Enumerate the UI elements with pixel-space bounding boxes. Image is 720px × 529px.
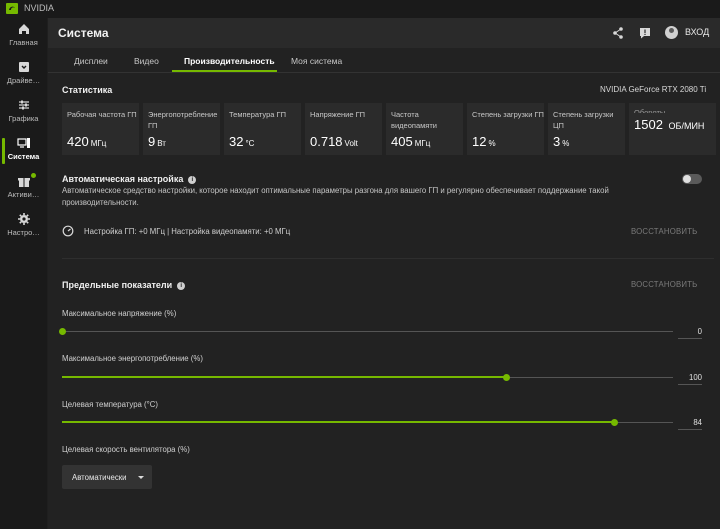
stat-value: 12% <box>472 134 496 149</box>
sidebar-item-system[interactable]: Система <box>0 132 47 170</box>
page-header: Система ВХОД <box>48 18 720 48</box>
sidebar-item-label: Система <box>7 152 40 161</box>
stat-value: 32 °C <box>229 134 255 149</box>
home-icon <box>19 24 29 34</box>
sidebar-item-activity[interactable]: Активи… <box>0 170 47 208</box>
auto-tune-status: Настройка ГП: +0 МГц | Настройка видеопа… <box>84 227 291 236</box>
active-tab-indicator <box>172 70 277 72</box>
stat-value: 1502 ОБ/МИН <box>634 117 705 132</box>
stat-card-cpu-load: Степень загрузки ЦП 3% <box>548 103 625 155</box>
stat-caption: Рабочая частота ГП <box>67 110 137 119</box>
slider-label: Максимальное энергопотребление (%) <box>62 354 203 363</box>
auto-tune-title: Автоматическая настройка i <box>62 174 197 184</box>
driver-icon <box>19 62 29 72</box>
slider-label: Максимальное напряжение (%) <box>62 309 177 318</box>
max-voltage-value[interactable]: 0 <box>678 327 702 339</box>
limits-title: Предельные показатели i <box>62 280 186 290</box>
title-bar: NVIDIA <box>0 0 720 18</box>
tab-video[interactable]: Видео <box>134 56 159 66</box>
fan-speed-label: Целевая скорость вентилятора (%) <box>62 445 190 454</box>
feedback-icon[interactable] <box>638 26 652 40</box>
stat-value: 420 МГц <box>67 134 107 149</box>
slider-fill <box>62 376 506 378</box>
stat-caption: Частота видеопамяти <box>391 110 437 130</box>
auto-tune-toggle[interactable] <box>682 174 702 184</box>
sidebar-item-settings[interactable]: Настро… <box>0 208 47 246</box>
info-icon[interactable]: i <box>188 176 197 184</box>
app-name: NVIDIA <box>24 3 55 13</box>
stat-card-gpu-voltage: Напряжение ГП 0.718 Volt <box>305 103 382 155</box>
target-temp-value[interactable]: 84 <box>678 418 702 430</box>
sidebar-item-label: Главная <box>9 38 38 47</box>
stat-value: 3% <box>553 134 570 149</box>
target-temp-slider[interactable] <box>62 418 673 428</box>
login-label: ВХОД <box>685 27 710 37</box>
stat-caption: Обороты… <box>634 108 673 113</box>
stat-card-gpu-clock: Рабочая частота ГП 420 МГц <box>62 103 139 155</box>
main-panel: Система ВХОД Дисплеи Видео Производитель… <box>48 18 720 529</box>
share-icon[interactable] <box>611 26 625 40</box>
max-voltage-slider[interactable] <box>59 327 673 337</box>
notification-badge <box>31 173 36 178</box>
stat-card-gpu-temp: Температура ГП 32 °C <box>224 103 301 155</box>
slider-label: Целевая температура (°C) <box>62 400 158 409</box>
slider-thumb[interactable] <box>503 374 510 381</box>
stat-caption: Степень загрузки ЦП <box>553 110 614 130</box>
page-title: Система <box>58 26 109 40</box>
dropdown-selected: Автоматически <box>72 473 127 482</box>
toggle-knob <box>683 175 691 183</box>
login-button[interactable]: ВХОД <box>665 25 715 41</box>
slider-thumb[interactable] <box>611 419 618 426</box>
tab-bar: Дисплеи Видео Производительность Моя сис… <box>48 48 720 73</box>
slider-thumb[interactable] <box>59 328 66 335</box>
gpu-name: NVIDIA GeForce RTX 2080 Ti <box>600 85 707 94</box>
gear-icon <box>18 213 30 225</box>
sidebar-item-home[interactable]: Главная <box>0 18 47 56</box>
sidebar-item-label: Драйве… <box>6 76 41 85</box>
fan-speed-dropdown[interactable]: Автоматически <box>62 465 152 489</box>
stat-value: 9 Вт <box>148 134 166 149</box>
stat-card-gpu-load: Степень загрузки ГП 12% <box>467 103 544 155</box>
system-icon <box>17 138 30 148</box>
stats-title: Статистика <box>62 85 113 95</box>
max-power-slider[interactable] <box>62 373 673 383</box>
limits-restore-button[interactable]: ВОССТАНОВИТЬ <box>631 280 698 289</box>
info-icon[interactable]: i <box>177 282 186 290</box>
stat-card-mem-clock: Частота видеопамяти 405 МГц <box>386 103 463 155</box>
tab-my-system[interactable]: Моя система <box>291 56 342 66</box>
auto-tune-description: Автоматическое средство настройки, котор… <box>62 186 609 207</box>
gauge-icon <box>62 225 74 237</box>
stat-card-fan-speed: Обороты… 1502 ОБ/МИН <box>629 103 716 155</box>
sidebar-nav: Главная Драйве… Графика Система Активи… … <box>0 18 47 529</box>
sidebar-item-label: Активи… <box>7 190 40 199</box>
slider-track <box>62 331 673 332</box>
sidebar-item-label: Графика <box>8 114 39 123</box>
auto-tune-restore-button[interactable]: ВОССТАНОВИТЬ <box>631 227 698 236</box>
tab-performance[interactable]: Производительность <box>184 56 275 66</box>
max-power-value[interactable]: 100 <box>678 373 702 385</box>
gift-icon <box>18 178 30 187</box>
sidebar-item-graphics[interactable]: Графика <box>0 94 47 132</box>
tab-displays[interactable]: Дисплеи <box>74 56 108 66</box>
chevron-down-icon <box>138 476 144 479</box>
avatar <box>665 26 678 39</box>
stat-caption: Энергопотребление ГП <box>148 110 218 130</box>
sidebar-item-label: Настро… <box>7 228 40 237</box>
sliders-icon <box>19 100 29 110</box>
stat-caption: Напряжение ГП <box>310 110 366 119</box>
stat-card-gpu-power: Энергопотребление ГП 9 Вт <box>143 103 220 155</box>
divider <box>62 258 714 259</box>
stat-caption: Температура ГП <box>229 110 286 119</box>
slider-fill <box>62 421 614 423</box>
stat-value: 405 МГц <box>391 134 431 149</box>
stat-caption: Степень загрузки ГП <box>472 110 544 119</box>
sidebar-item-drivers[interactable]: Драйве… <box>0 56 47 94</box>
nvidia-logo-icon <box>6 3 18 14</box>
stat-value: 0.718 Volt <box>310 134 358 149</box>
